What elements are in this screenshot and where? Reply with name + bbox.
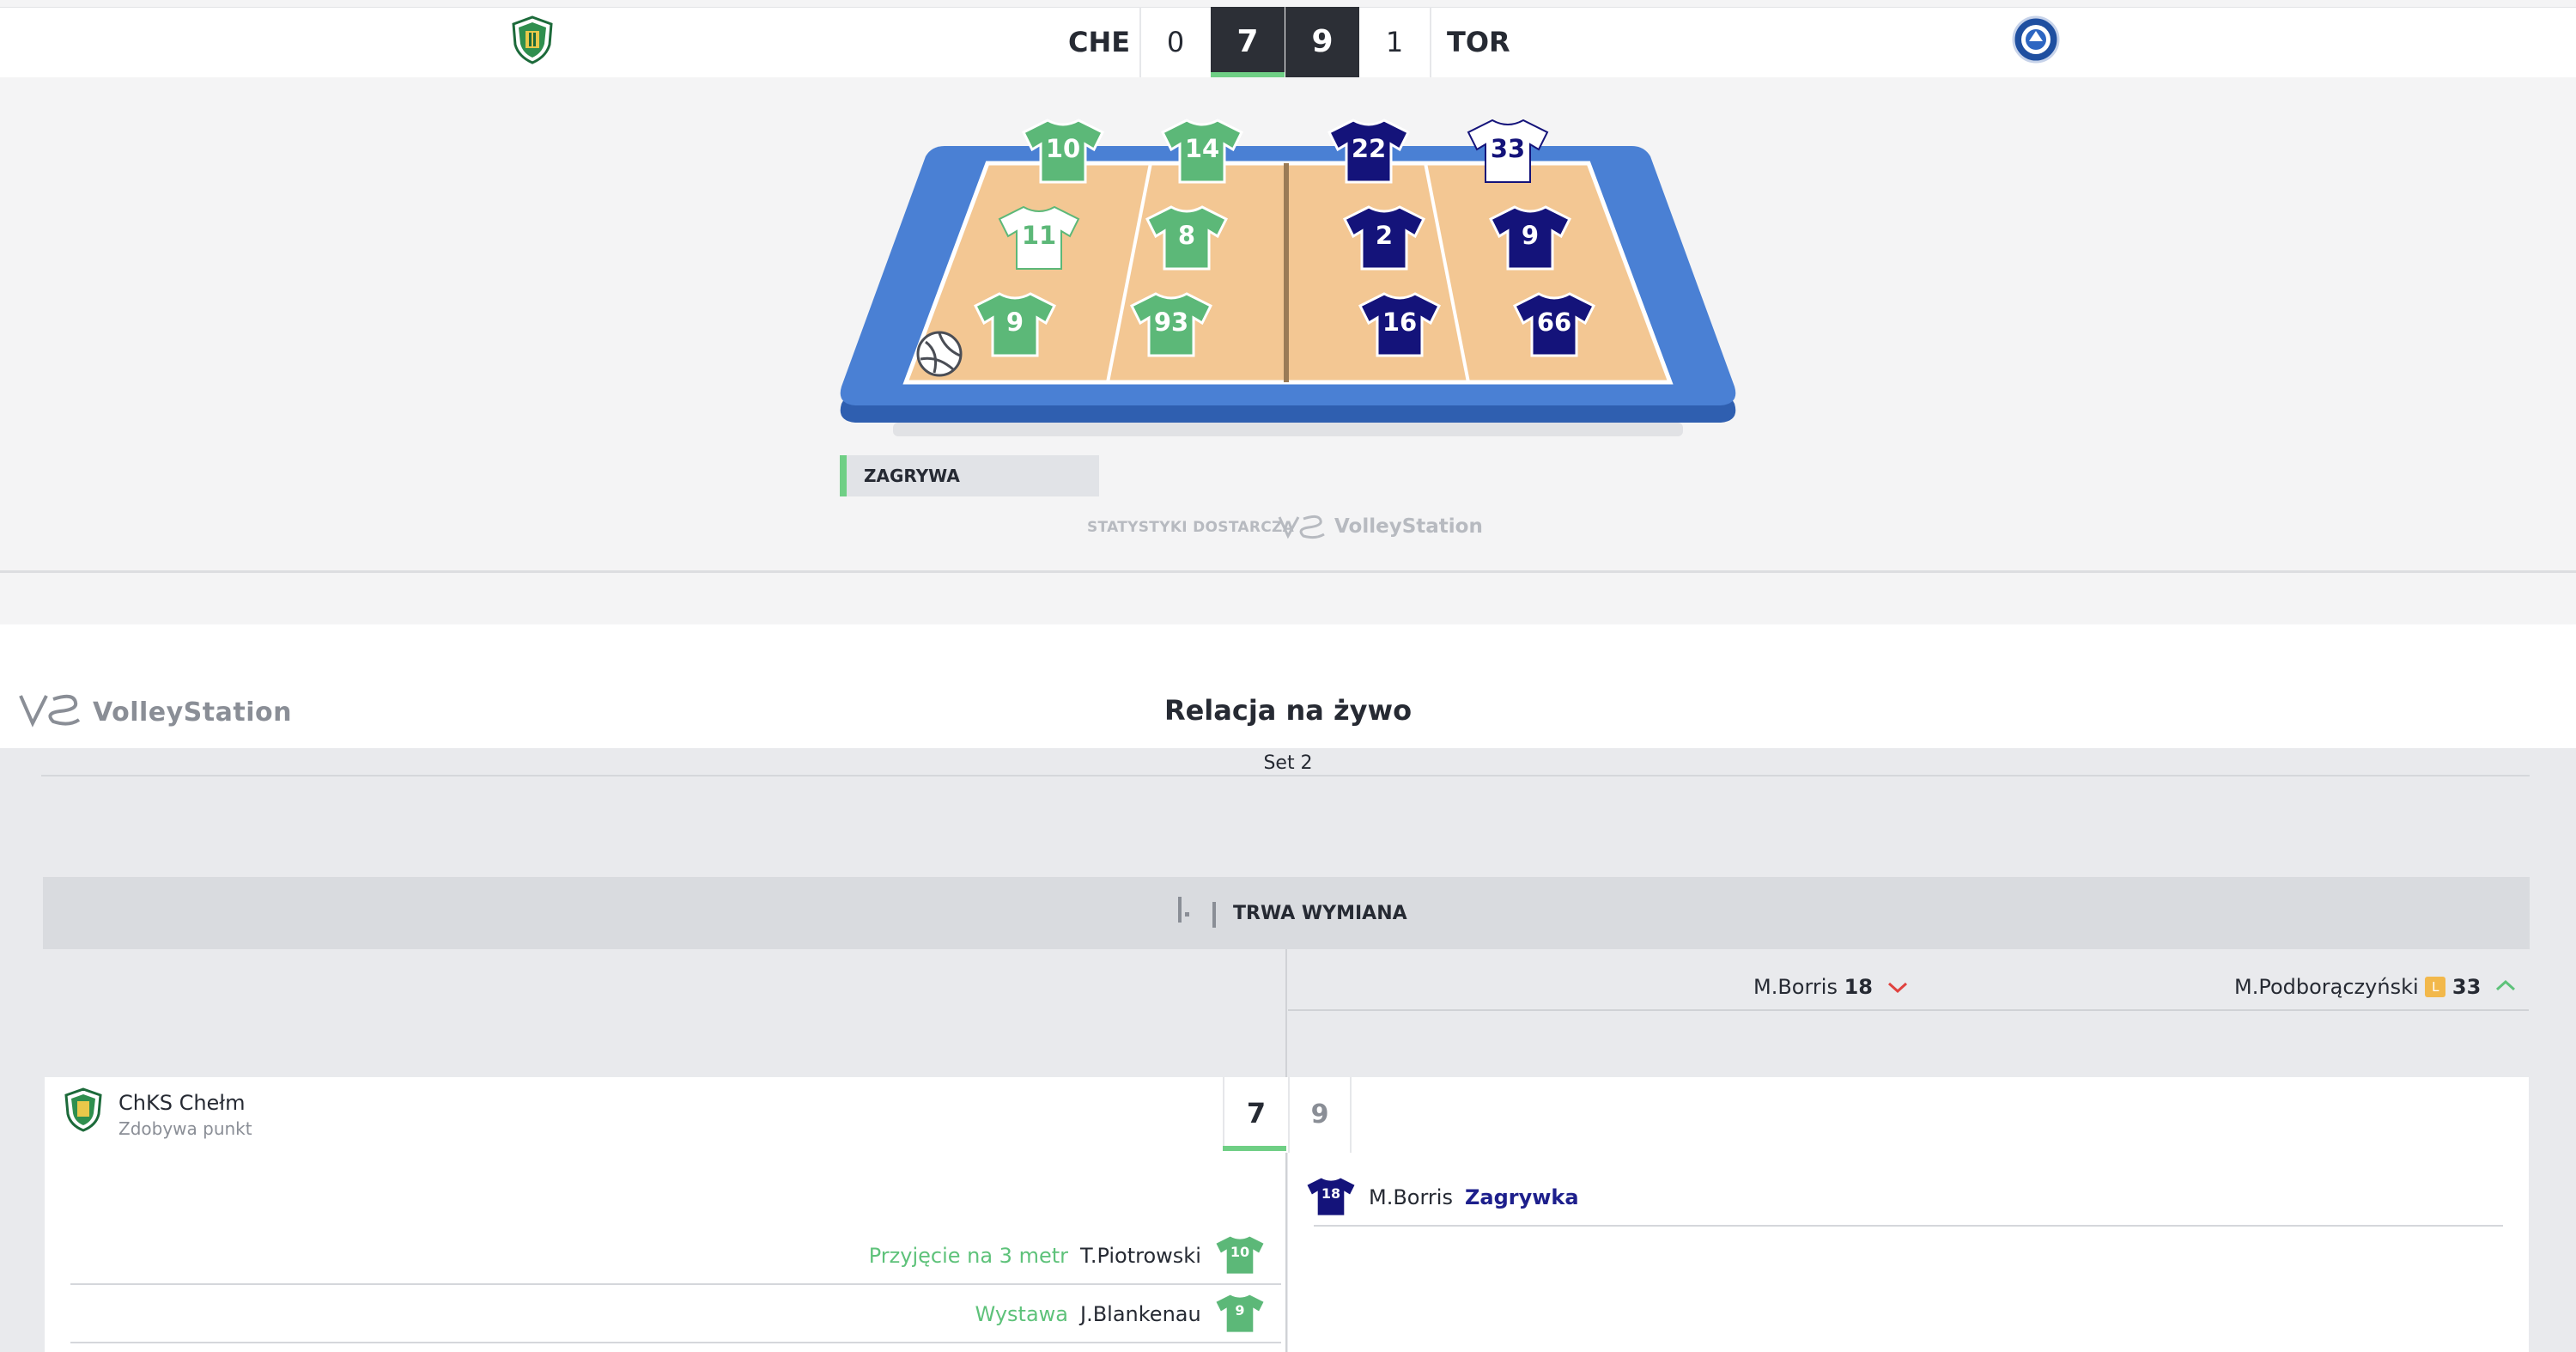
rally-icon: [1178, 897, 1216, 928]
divider: [1314, 1225, 2503, 1227]
home-sets-won: 0: [1166, 26, 1185, 58]
jersey-number: 9: [1521, 221, 1540, 250]
player-name: M.Podborączyński: [2234, 975, 2419, 999]
player-jersey-icon: 10: [1213, 1232, 1267, 1278]
libero-player-jersey[interactable]: 11: [998, 204, 1080, 272]
page-title: Relacja na żywo: [1163, 694, 1413, 727]
player-name: M.Borris: [1753, 975, 1838, 999]
away-player-jersey[interactable]: 16: [1358, 290, 1442, 359]
jersey-number: 9: [1235, 1302, 1245, 1319]
jersey-number: 66: [1536, 308, 1572, 337]
libero-badge: L: [2425, 977, 2446, 997]
powered-by-label: STATYSTYKI DOSTARCZA: [1087, 519, 1295, 536]
divider: [70, 1342, 1281, 1343]
home-player-jersey[interactable]: 9: [973, 290, 1057, 359]
away-player-jersey[interactable]: 2: [1342, 204, 1426, 272]
away-points: 9: [1285, 7, 1359, 77]
club-name: ChKS Chełm: [118, 1091, 246, 1115]
jersey-number: 2: [1375, 221, 1394, 250]
event-action: Wystawa: [975, 1302, 1068, 1326]
jersey-number: 93: [1153, 308, 1189, 337]
jersey-number: 16: [1382, 308, 1418, 337]
home-points: 7: [1211, 7, 1285, 77]
powered-by-brand: VolleyStation: [1334, 515, 1483, 538]
jersey-number: 10: [1045, 134, 1081, 163]
volleyball-court: [840, 146, 1736, 436]
status-tag: ZAGRYWA: [840, 455, 1099, 496]
jersey-number: 8: [1177, 221, 1196, 250]
chevron-up-icon: [2495, 979, 2515, 991]
away-score-cell: 9: [1288, 1077, 1352, 1153]
libero-player-jersey[interactable]: 33: [1467, 117, 1549, 186]
volleystation-logo-icon: [1278, 515, 1325, 539]
event-action: Zagrywka: [1465, 1185, 1579, 1209]
away-sets-won: 1: [1385, 26, 1404, 58]
divider: [70, 1283, 1281, 1285]
home-player-jersey[interactable]: 14: [1160, 117, 1244, 186]
jersey-number: 9: [1005, 308, 1024, 337]
away-events-panel: [1288, 1153, 2529, 1352]
volleystation-brand: VolleyStation: [93, 697, 292, 728]
jersey-number: 10: [1230, 1244, 1250, 1260]
event-player: T.Piotrowski: [1080, 1244, 1201, 1268]
set-label: Set 2: [1263, 752, 1313, 774]
away-player-jersey[interactable]: 22: [1327, 117, 1411, 186]
home-player-jersey[interactable]: 10: [1021, 117, 1105, 186]
jersey-number: 22: [1351, 134, 1387, 163]
player-jersey-icon: 18: [1304, 1173, 1358, 1220]
home-team-logo: [512, 15, 553, 64]
divider: [1430, 7, 1431, 77]
event-player: J.Blankenau: [1080, 1302, 1201, 1326]
substitution-in: M.Podborączyński L 33: [2234, 975, 2517, 999]
away-team-abbr: TOR: [1447, 26, 1510, 58]
away-player-jersey[interactable]: 66: [1512, 290, 1596, 359]
score-highlight-bar: [1223, 1146, 1286, 1151]
rally-status-text: TRWA WYMIANA: [1233, 903, 1407, 924]
substitution-out: M.Borris 18: [1753, 975, 1909, 999]
event-player: M.Borris: [1369, 1185, 1453, 1209]
jersey-number: 14: [1184, 134, 1220, 163]
event-action: Przyjęcie na 3 metr: [868, 1244, 1068, 1268]
player-number: 33: [2451, 975, 2482, 999]
away-team-logo: [2012, 15, 2060, 64]
home-team-logo: [64, 1087, 102, 1132]
ball-icon: [915, 330, 963, 378]
jersey-number: 18: [1321, 1185, 1341, 1202]
player-jersey-icon: 9: [1213, 1290, 1267, 1337]
divider: [41, 775, 2530, 776]
home-player-jersey[interactable]: 8: [1145, 204, 1229, 272]
home-team-abbr: CHE: [1068, 26, 1131, 58]
jersey-number: 11: [1021, 221, 1057, 250]
player-number: 18: [1844, 975, 1874, 999]
spacer-band: [0, 624, 2576, 676]
chevron-down-icon: [1887, 982, 1907, 994]
volleystation-logo-icon: [19, 694, 81, 728]
home-score-cell: 7: [1223, 1077, 1288, 1149]
club-event: Zdobywa punkt: [118, 1118, 252, 1139]
jersey-number: 33: [1490, 134, 1526, 163]
divider: [1288, 1009, 2529, 1011]
home-player-jersey[interactable]: 93: [1129, 290, 1213, 359]
away-player-jersey[interactable]: 9: [1488, 204, 1572, 272]
powered-by: STATYSTYKI DOSTARCZA VolleyStation: [1087, 514, 1491, 539]
